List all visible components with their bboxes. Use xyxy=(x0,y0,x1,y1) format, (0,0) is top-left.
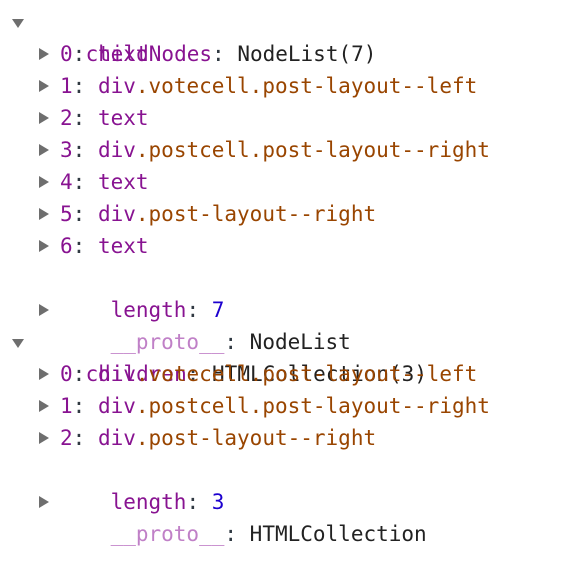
item-tag: div xyxy=(97,362,136,386)
item-tag: div xyxy=(97,138,136,162)
item-classes: .postcell.post-layout--right xyxy=(135,394,490,418)
expand-triangle-right-icon[interactable] xyxy=(38,38,50,70)
item-classes: .votecell.post-layout--left xyxy=(135,74,478,98)
expand-triangle-right-icon[interactable] xyxy=(38,134,50,166)
item-index: 5 xyxy=(60,202,73,226)
item-tag: div xyxy=(97,74,136,98)
expand-triangle-down-icon[interactable] xyxy=(12,326,24,358)
item-index: 3 xyxy=(60,138,73,162)
expand-triangle-right-icon[interactable] xyxy=(38,166,50,198)
property-proto[interactable]: __proto__: HTMLCollection xyxy=(0,486,490,546)
separator: : xyxy=(72,106,98,130)
item-index: 0 xyxy=(60,362,73,386)
item-tag: div xyxy=(97,202,136,226)
object-properties-tree: childNodes: NodeList(7) 0: text 1: div.vo… xyxy=(0,6,490,546)
separator: : xyxy=(224,522,250,546)
item-tag: text xyxy=(97,42,149,66)
expand-triangle-right-icon[interactable] xyxy=(38,198,50,230)
list-item[interactable]: 2: div.post-layout--right xyxy=(0,422,490,454)
item-index: 4 xyxy=(60,170,73,194)
item-index: 1 xyxy=(60,74,73,98)
expand-triangle-right-icon[interactable] xyxy=(38,390,50,422)
separator: : xyxy=(72,362,98,386)
property-length: length: 3 xyxy=(0,454,490,514)
expand-triangle-right-icon[interactable] xyxy=(38,70,50,102)
separator: : xyxy=(72,202,98,226)
separator: : xyxy=(72,170,98,194)
item-tag: div xyxy=(97,426,136,450)
list-item[interactable]: 4: text xyxy=(0,166,490,198)
separator: : xyxy=(72,234,98,258)
property-childNodes[interactable]: childNodes: NodeList(7) xyxy=(0,6,490,66)
expand-triangle-right-icon[interactable] xyxy=(38,486,50,518)
item-index: 2 xyxy=(60,106,73,130)
list-item[interactable]: 1: div.postcell.post-layout--right xyxy=(0,390,490,422)
item-tag: text xyxy=(97,170,149,194)
property-length: length: 7 xyxy=(0,262,490,322)
property-key: __proto__ xyxy=(110,522,225,546)
list-item[interactable]: 0: div.votecell.post-layout--left xyxy=(0,358,490,390)
expand-triangle-right-icon[interactable] xyxy=(38,422,50,454)
list-item[interactable]: 1: div.votecell.post-layout--left xyxy=(0,70,490,102)
item-tag: div xyxy=(97,394,136,418)
expand-triangle-right-icon[interactable] xyxy=(38,358,50,390)
item-index: 0 xyxy=(60,42,73,66)
list-item[interactable]: 2: text xyxy=(0,102,490,134)
item-classes: .postcell.post-layout--right xyxy=(135,138,490,162)
expand-triangle-right-icon[interactable] xyxy=(38,294,50,326)
expand-triangle-right-icon[interactable] xyxy=(38,102,50,134)
item-tag: text xyxy=(97,106,149,130)
list-item[interactable]: 6: text xyxy=(0,230,490,262)
separator: : xyxy=(72,138,98,162)
item-index: 2 xyxy=(60,426,73,450)
item-classes: .votecell.post-layout--left xyxy=(135,362,478,386)
list-item[interactable]: 5: div.post-layout--right xyxy=(0,198,490,230)
separator: : xyxy=(72,394,98,418)
item-index: 1 xyxy=(60,394,73,418)
separator: : xyxy=(72,74,98,98)
expand-triangle-down-icon[interactable] xyxy=(12,6,24,38)
item-classes: .post-layout--right xyxy=(135,426,377,450)
property-value: HTMLCollection xyxy=(249,522,427,546)
property-children[interactable]: children: HTMLCollection(3) xyxy=(0,326,490,386)
separator: : xyxy=(72,42,98,66)
property-proto[interactable]: __proto__: NodeList xyxy=(0,294,490,354)
expand-triangle-right-icon[interactable] xyxy=(38,230,50,262)
item-index: 6 xyxy=(60,234,73,258)
separator: : xyxy=(72,426,98,450)
list-item[interactable]: 3: div.postcell.post-layout--right xyxy=(0,134,490,166)
item-tag: text xyxy=(97,234,149,258)
list-item[interactable]: 0: text xyxy=(0,38,490,70)
item-classes: .post-layout--right xyxy=(135,202,377,226)
